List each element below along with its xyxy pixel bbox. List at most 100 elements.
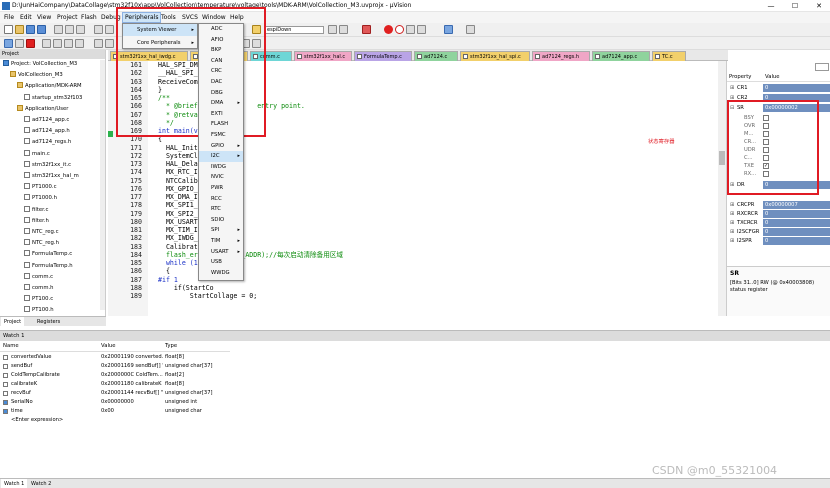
watch-row[interactable]: time 0x00 unsigned char	[0, 407, 230, 416]
submenu-item-flash[interactable]: FLASH	[199, 119, 243, 130]
tab-file[interactable]: stm32f1xx_hal_spi.c	[460, 51, 530, 61]
step-out-icon[interactable]	[64, 39, 73, 48]
expand-icon[interactable]: ⊞	[730, 228, 734, 236]
project-file-item[interactable]: filter.h	[24, 216, 49, 226]
register-value[interactable]: 0	[763, 219, 830, 227]
menu-item-core-peripherals[interactable]: Core Peripherals ▸	[123, 37, 197, 49]
watch-row[interactable]: ColdTempCalibrate 0x2000000C ColdTem... fl…	[0, 371, 230, 380]
tab-file[interactable]: stm32f1xx_hal.c	[294, 51, 352, 61]
project-file-item[interactable]: PT100.c	[24, 295, 53, 304]
tab-file[interactable]: TC.c	[652, 51, 686, 61]
project-file-item[interactable]: main.c	[24, 149, 50, 159]
step-over-icon[interactable]	[53, 39, 62, 48]
save-icon[interactable]	[26, 25, 35, 34]
watch-value[interactable]: 0x20001144 recvBuf[] ""	[101, 389, 163, 398]
project-folder-item[interactable]: Application/User	[17, 104, 68, 114]
register-value[interactable]: 0	[763, 84, 830, 92]
expand-icon[interactable]: ⊞	[730, 237, 734, 245]
kill-breakpoints-icon[interactable]	[406, 25, 415, 34]
register-row[interactable]: ⊞ CR1 0	[727, 84, 830, 92]
project-folder-item[interactable]: Project: VolCollection_M3	[3, 60, 77, 69]
redo-icon[interactable]	[105, 25, 114, 34]
register-value[interactable]: 0x00000007	[763, 201, 830, 209]
submenu-item-tim[interactable]: TIM ▸	[199, 236, 243, 247]
run-to-cursor-icon[interactable]	[75, 39, 84, 48]
panel-search-field[interactable]	[815, 63, 829, 71]
project-file-item[interactable]: PT1000.c	[24, 183, 57, 192]
submenu-item-crc[interactable]: CRC	[199, 66, 243, 77]
tab-file[interactable]: ad7124_app.c	[592, 51, 650, 61]
register-row[interactable]: ⊞ TXCRCR 0	[727, 219, 830, 227]
register-value[interactable]: 0	[763, 228, 830, 236]
new-file-icon[interactable]	[4, 25, 13, 34]
watch-row[interactable]: <Enter expression>	[0, 416, 230, 425]
project-file-item[interactable]: FormulaTemp.h	[24, 261, 73, 271]
project-file-item[interactable]: comm.h	[24, 284, 54, 293]
submenu-item-dma[interactable]: DMA ▸	[199, 98, 243, 109]
submenu-item-rtc[interactable]: RTC	[199, 204, 243, 215]
tab-file[interactable]: ad7124_regs.h	[532, 51, 590, 61]
expand-icon[interactable]: ⊞	[730, 219, 734, 227]
maximize-button[interactable]: ☐	[784, 0, 806, 12]
register-value[interactable]: 0	[763, 210, 830, 218]
watch-row[interactable]: convertedValue 0x20001190 converted... flo…	[0, 353, 230, 362]
save-all-icon[interactable]	[37, 25, 46, 34]
open-file-icon[interactable]	[15, 25, 24, 34]
submenu-item-sdio[interactable]: SDIO	[199, 215, 243, 226]
register-value[interactable]: 0	[763, 237, 830, 245]
breakpoint-icon[interactable]	[384, 25, 393, 34]
submenu-item-dbg[interactable]: DBG	[199, 88, 243, 99]
minimize-button[interactable]: —	[760, 0, 782, 12]
project-file-item[interactable]: filter.c	[24, 205, 48, 215]
menu-edit[interactable]: Edit	[18, 13, 34, 22]
show-next-statement-icon[interactable]	[94, 39, 103, 48]
submenu-item-can[interactable]: CAN	[199, 56, 243, 67]
project-folder-item[interactable]: Application/MDK-ARM	[17, 82, 82, 91]
project-file-item[interactable]: stm32f1xx_hal_m	[24, 172, 79, 181]
bookmark-icon[interactable]	[417, 25, 426, 34]
submenu-item-rcc[interactable]: RCC	[199, 194, 243, 205]
search-icon[interactable]	[328, 25, 337, 34]
watch-value[interactable]: 0x2000000C ColdTem...	[101, 371, 163, 380]
submenu-item-adc[interactable]: ADC	[199, 24, 243, 35]
tab-file[interactable]: ad7124.c	[414, 51, 458, 61]
expand-icon[interactable]: ⊞	[730, 210, 734, 218]
register-row[interactable]: ⊞ RXCRCR 0	[727, 210, 830, 218]
menu-project[interactable]: Project	[55, 13, 80, 22]
undo-icon[interactable]	[94, 25, 103, 34]
watch-value[interactable]: 0x20001169 sendBuf[] ""	[101, 362, 163, 371]
register-row[interactable]: ⊞ CRCPR 0x00000007	[727, 201, 830, 209]
tab-project[interactable]: Project	[1, 317, 25, 327]
stop-icon[interactable]	[26, 39, 35, 48]
submenu-item-afio[interactable]: AFIO	[199, 35, 243, 46]
menu-item-system-viewer[interactable]: System Viewer ▸	[123, 24, 197, 36]
tab-file[interactable]: FormulaTemp.c	[354, 51, 412, 61]
watch-row[interactable]: sendBuf 0x20001169 sendBuf[] "" unsigned c…	[0, 362, 230, 371]
paste-icon[interactable]	[76, 25, 85, 34]
project-file-item[interactable]: comm.c	[24, 272, 53, 282]
submenu-item-dac[interactable]: DAC	[199, 77, 243, 88]
step-into-icon[interactable]	[42, 39, 51, 48]
project-file-item[interactable]: NTC_reg.h	[24, 239, 59, 248]
project-folder-item[interactable]: VolCollection_M3	[10, 71, 63, 80]
submenu-item-nvic[interactable]: NVIC	[199, 172, 243, 183]
menu-view[interactable]: View	[35, 13, 53, 22]
project-file-item[interactable]: PT1000.h	[24, 194, 57, 203]
project-file-item[interactable]: ad7124_regs.h	[24, 138, 71, 147]
register-row[interactable]: ⊞ I2SPR 0	[727, 237, 830, 245]
tab-watch-2[interactable]: Watch 2	[28, 479, 54, 488]
editor-scroll-thumb[interactable]	[719, 151, 725, 165]
expand-icon[interactable]: ⊞	[730, 201, 734, 209]
watch-value[interactable]: 0x20001190 converted...	[101, 353, 163, 362]
menu-flash[interactable]: Flash	[79, 13, 99, 22]
window-layout-icon[interactable]	[444, 25, 453, 34]
watch-row[interactable]: recvBuf 0x20001144 recvBuf[] "" unsigned c…	[0, 389, 230, 398]
project-file-item[interactable]: ad7124_app.h	[24, 127, 70, 136]
project-scrollbar[interactable]	[100, 60, 105, 310]
command-window-icon[interactable]	[105, 39, 114, 48]
submenu-item-gpio[interactable]: GPIO ▸	[199, 141, 243, 152]
debug-session-icon[interactable]	[362, 25, 371, 34]
submenu-item-i2c[interactable]: I2C ▸	[199, 151, 243, 162]
submenu-item-wwdg[interactable]: WWDG	[199, 268, 243, 279]
tab-registers[interactable]: Registers	[34, 317, 63, 327]
